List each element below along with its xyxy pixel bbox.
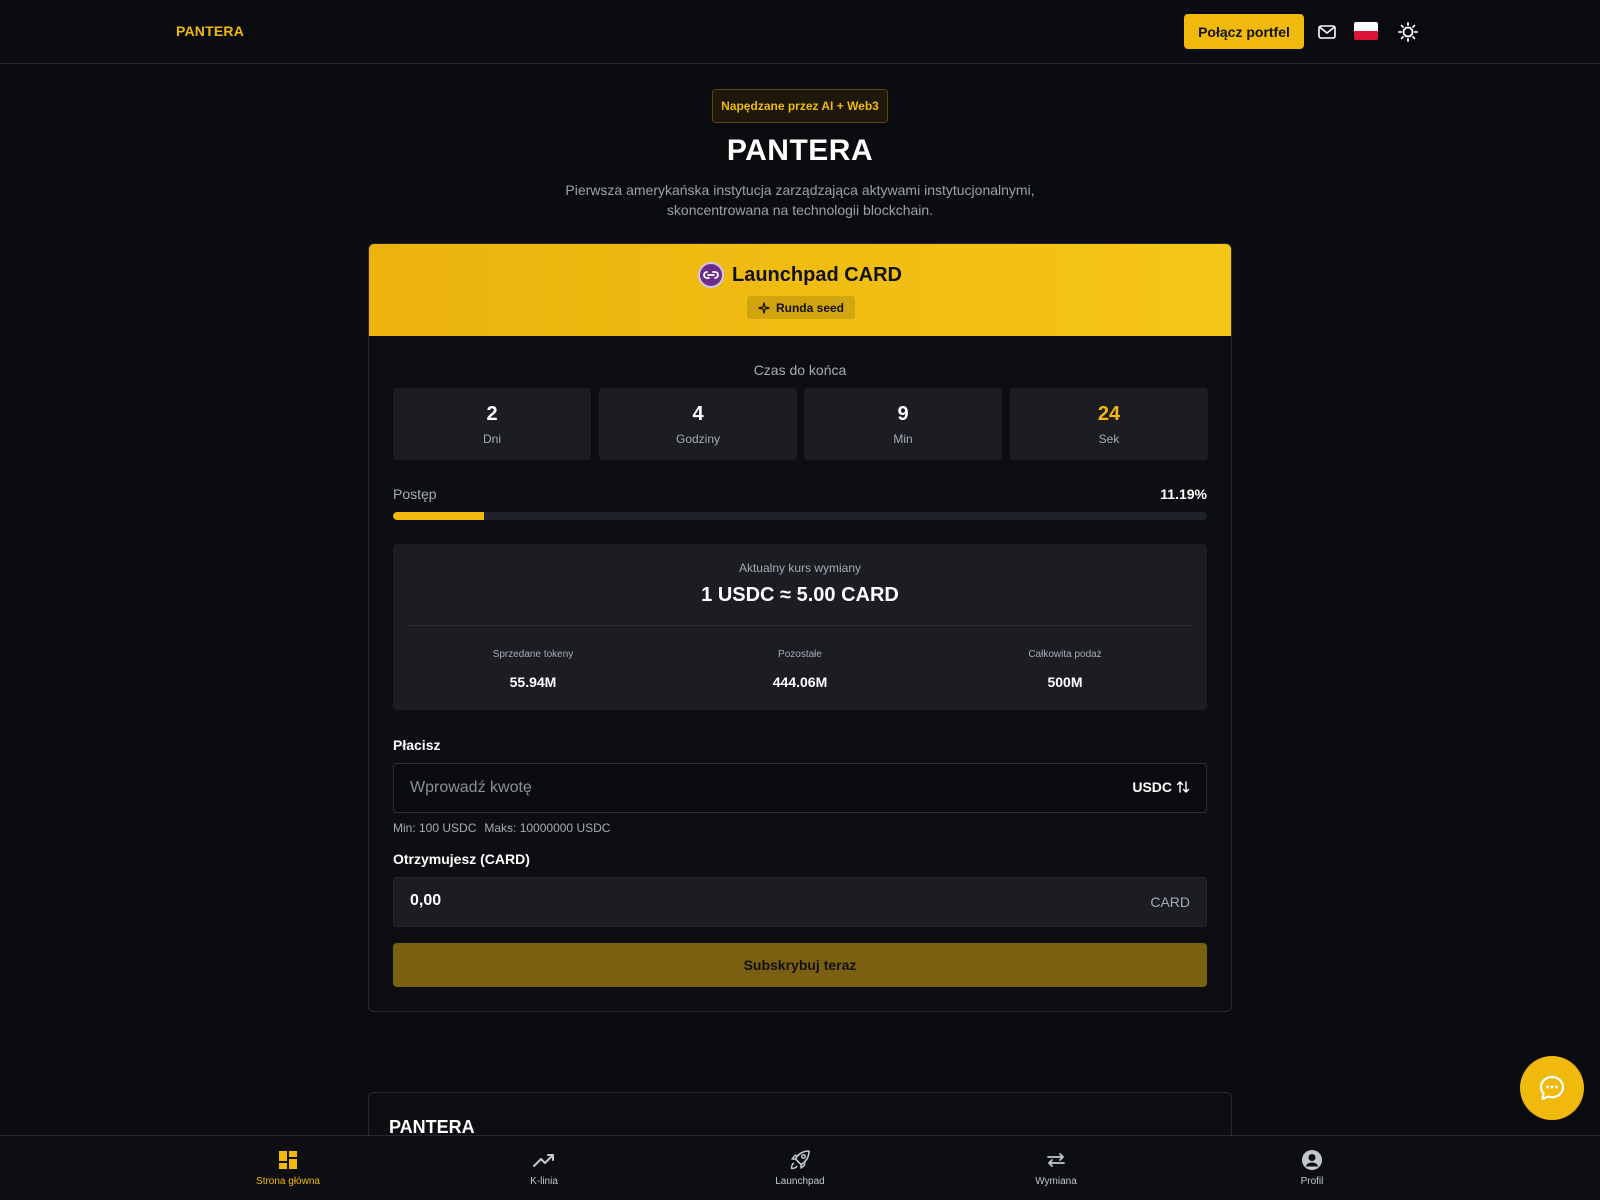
countdown-seconds: 24 Sek — [1010, 388, 1208, 460]
max-limit: Maks: 10000000 USDC — [484, 821, 611, 835]
nav-label: K-linia — [530, 1176, 558, 1187]
countdown-value: 9 — [897, 403, 909, 425]
dashboard-icon — [228, 1148, 348, 1172]
nav-item-profile[interactable]: Profil — [1252, 1148, 1372, 1187]
stat-label: Całkowita podaż — [1028, 649, 1102, 660]
nav-item-launchpad[interactable]: Launchpad — [740, 1148, 860, 1187]
round-badge: Runda seed — [747, 296, 855, 319]
hero-title: PANTERA — [726, 134, 874, 167]
swap-icon — [996, 1148, 1116, 1172]
progress-fill — [393, 512, 485, 520]
swap-vertical-icon — [1176, 781, 1190, 793]
hero-subtitle: Pierwsza amerykańska instytucja zarządza… — [500, 180, 1100, 220]
subscribe-button[interactable]: Subskrybuj teraz — [393, 943, 1207, 987]
countdown-unit: Godziny — [675, 432, 721, 446]
rate-label: Aktualny kurs wymiany — [738, 561, 862, 575]
nav-item-k-line[interactable]: K-linia — [484, 1148, 604, 1187]
countdown-value: 24 — [1097, 403, 1121, 425]
countdown-unit: Sek — [1098, 432, 1120, 446]
rate-value: 1 USDC ≈ 5.00 CARD — [701, 584, 899, 606]
progress-label: Postęp — [393, 486, 437, 502]
nav-label: Strona główna — [256, 1176, 320, 1187]
receive-value: 0,00 — [410, 892, 442, 909]
countdown-days: 2 Dni — [393, 388, 591, 460]
mail-icon[interactable] — [1315, 20, 1339, 44]
chat-bubble-icon — [1539, 1075, 1565, 1101]
card-token-icon — [698, 262, 724, 288]
divider — [409, 625, 1191, 626]
countdown-value: 4 — [692, 403, 704, 425]
stat-label: Sprzedane tokeny — [492, 649, 574, 660]
countdown-label: Czas do końca — [753, 362, 847, 378]
stat-value: 444.06M — [772, 674, 828, 690]
stat-label: Pozostałe — [778, 649, 822, 660]
pay-limits: Min: 100 USDC Maks: 10000000 USDC — [393, 821, 610, 835]
language-flag-icon[interactable] — [1354, 22, 1378, 40]
stat-value: 55.94M — [509, 674, 557, 690]
nav-label: Profil — [1300, 1176, 1324, 1187]
nav-label: Wymiana — [1035, 1176, 1077, 1187]
countdown-unit: Min — [893, 432, 913, 446]
top-bar: PANTERA Połącz portfel — [0, 0, 1600, 64]
sparkle-icon — [758, 301, 770, 314]
countdown-minutes: 9 Min — [804, 388, 1002, 460]
progress-bar — [393, 512, 1207, 520]
stat-total-supply: Całkowita podaż 500M — [965, 649, 1165, 690]
receive-output: 0,00 CARD — [393, 877, 1207, 927]
pay-label: Płacisz — [393, 737, 441, 753]
exchange-rate-panel: Aktualny kurs wymiany 1 USDC ≈ 5.00 CARD… — [393, 544, 1207, 710]
currency-toggle[interactable]: USDC — [1132, 779, 1190, 795]
hero-subtitle-line-2: skoncentrowana na technologii blockchain… — [666, 202, 934, 218]
round-label: Runda seed — [775, 300, 844, 315]
nav-item-exchange[interactable]: Wymiana — [996, 1148, 1116, 1187]
nav-item-home[interactable]: Strona główna — [228, 1148, 348, 1187]
theme-toggle-sun-icon[interactable] — [1396, 20, 1420, 44]
launchpad-header: Launchpad CARD Runda seed — [369, 244, 1231, 336]
connect-wallet-button[interactable]: Połącz portfel — [1184, 14, 1304, 49]
chat-button[interactable] — [1520, 1056, 1584, 1120]
countdown-hours: 4 Godziny — [599, 388, 797, 460]
rocket-icon — [740, 1148, 860, 1172]
user-circle-icon — [1252, 1148, 1372, 1172]
launchpad-card: Launchpad CARD Runda seed Czas do końca … — [368, 243, 1232, 1012]
hero-badge: Napędzane przez AI + Web3 — [712, 89, 888, 123]
pay-input-wrapper: USDC — [393, 763, 1207, 813]
launchpad-title-row: Launchpad CARD — [369, 262, 1231, 288]
hero-subtitle-line-1: Pierwsza amerykańska instytucja zarządza… — [565, 182, 1035, 198]
trending-up-icon — [484, 1148, 604, 1172]
brand-logo[interactable]: PANTERA — [176, 23, 244, 39]
countdown-unit: Dni — [482, 432, 501, 446]
pay-currency: USDC — [1132, 779, 1172, 795]
min-limit: Min: 100 USDC — [393, 821, 477, 835]
nav-label: Launchpad — [775, 1176, 825, 1187]
countdown-value: 2 — [486, 403, 498, 425]
stat-sold: Sprzedane tokeny 55.94M — [433, 649, 633, 690]
bottom-nav: Strona główna K-linia Launchpad Wymiana … — [0, 1135, 1600, 1200]
stat-value: 500M — [1047, 674, 1083, 690]
progress-value: 11.19% — [1160, 486, 1207, 502]
receive-label: Otrzymujesz (CARD) — [393, 851, 530, 867]
pay-amount-input[interactable] — [410, 764, 1010, 812]
launchpad-title: Launchpad CARD — [732, 263, 902, 286]
receive-unit: CARD — [1150, 894, 1190, 910]
stat-remaining: Pozostałe 444.06M — [700, 649, 900, 690]
